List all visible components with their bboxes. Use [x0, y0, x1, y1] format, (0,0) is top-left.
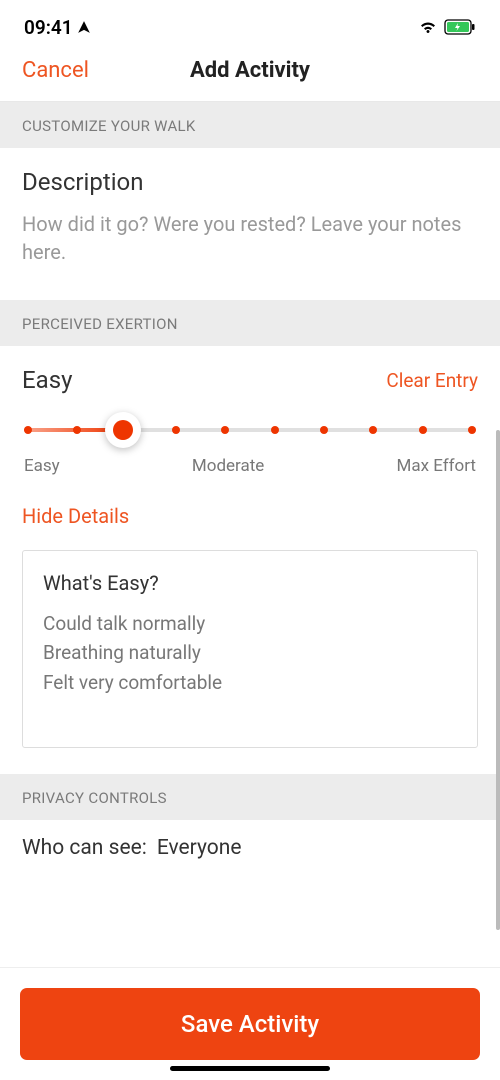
exertion-section: Easy Clear Entry Easy Modera: [0, 346, 500, 774]
exertion-level-label: Easy: [22, 366, 72, 394]
cancel-button[interactable]: Cancel: [22, 58, 89, 83]
status-icons: [418, 19, 476, 35]
hide-details-button[interactable]: Hide Details: [22, 504, 478, 528]
status-time: 09:41: [24, 16, 91, 39]
location-icon: [77, 20, 91, 34]
slider-label-max: Max Effort: [396, 456, 476, 476]
description-input[interactable]: [22, 210, 478, 266]
clear-entry-button[interactable]: Clear Entry: [386, 369, 478, 392]
page-title: Add Activity: [190, 58, 310, 83]
save-activity-button[interactable]: Save Activity: [20, 988, 480, 1060]
scroll-indicator[interactable]: [496, 430, 500, 930]
section-header-customize: CUSTOMIZE YOUR WALK: [0, 102, 500, 148]
privacy-value: Everyone: [157, 836, 242, 860]
nav-bar: Cancel Add Activity: [0, 50, 500, 102]
privacy-section: Who can see: Everyone: [0, 820, 500, 884]
details-line: Breathing naturally: [43, 638, 457, 667]
exertion-details-box: What's Easy? Could talk normally Breathi…: [22, 550, 478, 748]
home-indicator[interactable]: [170, 1066, 330, 1071]
privacy-visibility-row[interactable]: Who can see: Everyone: [22, 836, 478, 860]
slider-thumb[interactable]: [105, 412, 141, 448]
slider-label-moderate: Moderate: [192, 456, 264, 476]
battery-icon: [444, 19, 476, 35]
exertion-slider[interactable]: Easy Moderate Max Effort: [22, 428, 478, 476]
details-line: Felt very comfortable: [43, 668, 457, 697]
save-button-container: Save Activity: [0, 967, 500, 1080]
description-label: Description: [22, 168, 478, 196]
privacy-label: Who can see:: [22, 836, 147, 860]
status-bar: 09:41: [0, 0, 500, 50]
section-header-exertion: PERCEIVED EXERTION: [0, 300, 500, 346]
wifi-icon: [418, 19, 438, 35]
description-section: Description: [0, 148, 500, 300]
details-line: Could talk normally: [43, 609, 457, 638]
slider-label-easy: Easy: [24, 456, 60, 476]
details-title: What's Easy?: [43, 571, 457, 595]
section-header-privacy: PRIVACY CONTROLS: [0, 774, 500, 820]
